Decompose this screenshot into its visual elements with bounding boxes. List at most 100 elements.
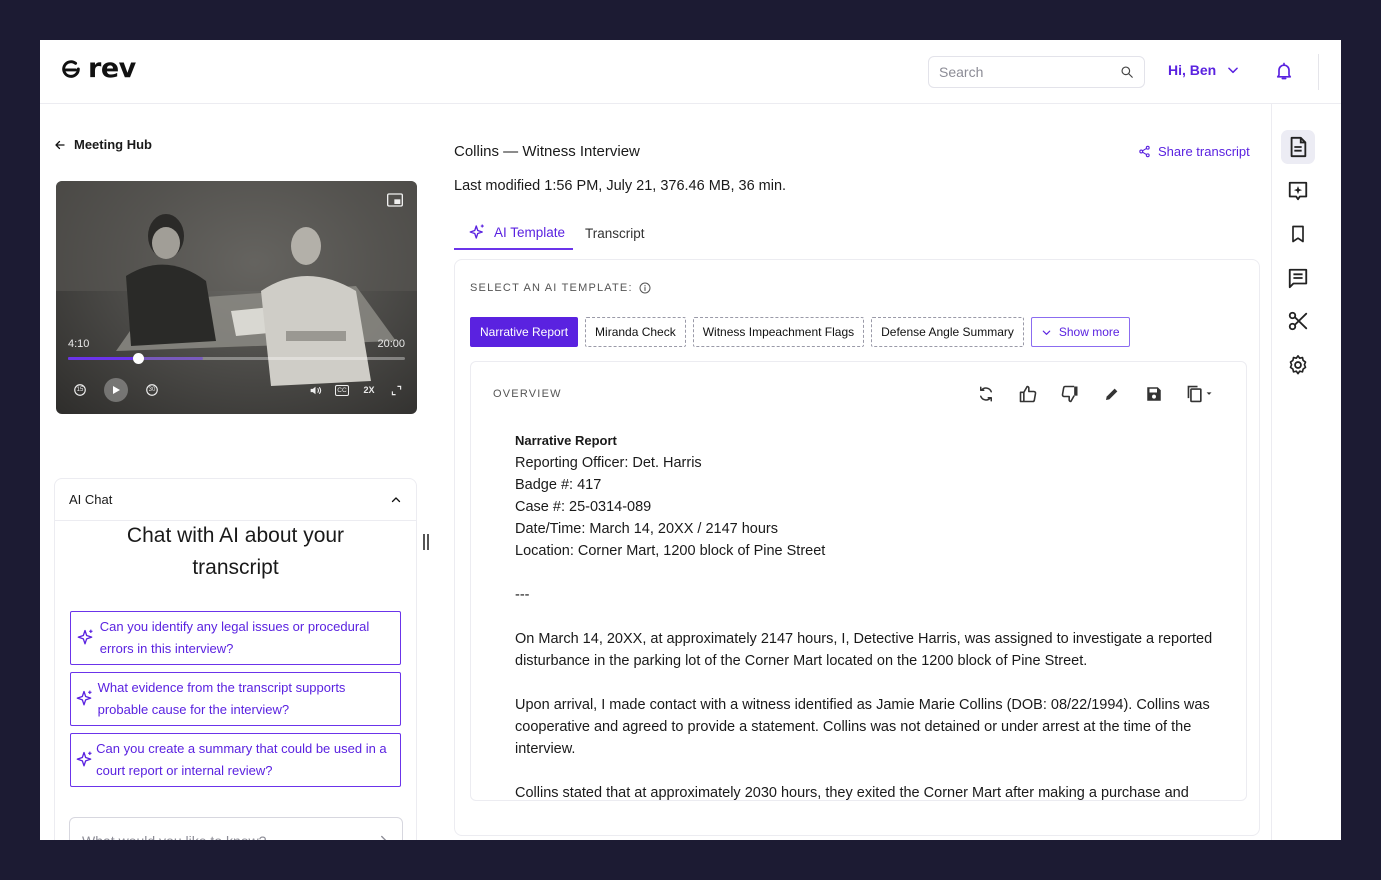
video-progress-bar [68, 357, 139, 360]
copy-button[interactable] [1175, 382, 1225, 406]
report-paragraph: Upon arrival, I made contact with a witn… [515, 697, 1210, 757]
rewind-button[interactable]: 15 [72, 380, 88, 400]
chat-input-box[interactable] [69, 817, 403, 840]
template-chip-narrative-report[interactable]: Narrative Report [470, 317, 579, 347]
share-transcript-button[interactable]: Share transcript [1138, 144, 1250, 159]
sparkle-icon [78, 629, 93, 645]
report-field: Location: Corner Mart, 1200 block of Pin… [515, 543, 826, 559]
send-arrow-icon[interactable] [372, 832, 390, 840]
save-button[interactable] [1133, 382, 1175, 406]
picture-in-picture-icon[interactable] [387, 193, 403, 207]
template-chip-defense-angle-summary[interactable]: Defense Angle Summary [871, 317, 1024, 347]
ai-note-icon [1288, 181, 1308, 201]
video-duration: 20:00 [377, 338, 405, 350]
report-divider: --- [515, 587, 530, 603]
report-field: Badge #: 417 [515, 477, 602, 493]
copy-icon [1187, 385, 1212, 403]
rail-bookmark-button[interactable] [1281, 217, 1315, 251]
user-greeting: Hi, Ben [1168, 62, 1217, 78]
tab-label: Transcript [585, 225, 645, 241]
search-icon[interactable] [1120, 63, 1134, 81]
edit-button[interactable] [1091, 382, 1133, 406]
share-icon [1139, 145, 1150, 158]
fullscreen-button[interactable] [389, 380, 403, 400]
report-paragraph: On March 14, 20XX, at approximately 2147… [515, 631, 1213, 669]
comments-icon [1288, 268, 1308, 289]
fullscreen-icon [391, 385, 401, 395]
overview-toolbar [965, 382, 1225, 406]
template-chip-witness-impeachment-flags[interactable]: Witness Impeachment Flags [692, 317, 865, 347]
scissors-icon [1288, 311, 1308, 331]
right-rail [1271, 104, 1341, 840]
chat-suggestion-2[interactable]: What evidence from the transcript suppor… [70, 672, 401, 726]
captions-label: CC [335, 384, 349, 396]
thumbs-up-icon [1019, 385, 1037, 403]
playback-speed-button[interactable]: 2X [362, 380, 376, 400]
search-input[interactable] [939, 64, 1120, 80]
regenerate-button[interactable] [965, 382, 1007, 406]
chat-suggestion-text: Can you create a summary that could be u… [96, 741, 387, 778]
tab-transcript[interactable]: Transcript [573, 216, 657, 250]
volume-icon [310, 386, 321, 394]
report-paragraph: Collins stated that at approximately 203… [515, 785, 1189, 801]
gear-icon [1289, 355, 1307, 375]
captions-button[interactable]: CC [335, 380, 349, 400]
template-chip-miranda-check[interactable]: Miranda Check [585, 317, 686, 347]
video-current-time: 4:10 [68, 338, 90, 350]
thumbs-down-button[interactable] [1049, 382, 1091, 406]
info-icon[interactable] [639, 282, 651, 294]
rail-ai-note-button[interactable] [1281, 174, 1315, 208]
save-icon [1147, 387, 1161, 401]
sparkle-icon [76, 690, 92, 706]
play-button[interactable] [104, 378, 128, 402]
last-modified-info: Last modified 1:56 PM, July 21, 376.46 M… [454, 178, 787, 194]
chevron-down-icon [1228, 67, 1239, 74]
ai-chat-title: Chat with AI about your transcript [126, 524, 345, 579]
chat-input[interactable] [82, 833, 372, 840]
report-field: Case #: 25-0314-089 [515, 499, 652, 515]
page-title: Collins — Witness Interview [454, 143, 640, 160]
panel-resize-handle[interactable] [423, 534, 429, 550]
rail-document-button[interactable] [1281, 130, 1315, 164]
sparkle-icon [469, 224, 484, 239]
show-more-label: Show more [1058, 325, 1120, 339]
sparkle-icon [76, 751, 92, 767]
ai-chat-header-label: AI Chat [69, 492, 113, 507]
video-player[interactable]: 4:10 20:00 15 30 CC 2X [56, 181, 417, 414]
thumbs-up-button[interactable] [1007, 382, 1049, 406]
forward-button[interactable]: 30 [144, 380, 160, 400]
overview-content: Narrative Report Reporting Officer: Det.… [515, 430, 1230, 801]
chevron-up-icon[interactable] [390, 494, 402, 506]
forward-label: 30 [148, 387, 156, 393]
tab-ai-template[interactable]: AI Template [454, 216, 574, 250]
pencil-icon [1106, 388, 1118, 400]
ai-chat-panel: AI Chat Chat with AI about your transcri… [54, 478, 417, 840]
show-more-templates-button[interactable]: Show more [1030, 317, 1130, 347]
video-scrubber[interactable] [68, 353, 405, 364]
tab-bar: AI Template Transcript [454, 216, 657, 250]
back-link[interactable]: Meeting Hub [54, 137, 152, 152]
tab-label: AI Template [494, 224, 566, 240]
chat-suggestion-text: What evidence from the transcript suppor… [97, 680, 346, 717]
user-menu[interactable]: Hi, Ben [1168, 62, 1240, 78]
header-divider [1318, 54, 1319, 90]
rail-comments-button[interactable] [1281, 261, 1315, 295]
report-heading: Narrative Report [515, 433, 617, 448]
arrow-left-icon [55, 140, 65, 149]
ai-chat-header[interactable]: AI Chat [55, 479, 416, 521]
logo-text: rev [88, 53, 136, 84]
rail-clip-button[interactable] [1281, 304, 1315, 338]
bell-icon[interactable] [1274, 60, 1294, 82]
search-box[interactable] [928, 56, 1145, 88]
left-panel: Meeting Hub 4:10 20:00 15 30 CC 2X AI Ch… [54, 104, 417, 840]
logo[interactable]: rev [60, 54, 136, 84]
rail-settings-button[interactable] [1281, 348, 1315, 382]
chat-suggestion-text: Can you identify any legal issues or pro… [99, 619, 370, 656]
chat-suggestion-3[interactable]: Can you create a summary that could be u… [70, 733, 401, 787]
bookmark-icon [1292, 225, 1304, 243]
volume-button[interactable] [308, 380, 322, 400]
document-icon [1290, 136, 1307, 158]
template-select-text: SELECT AN AI TEMPLATE: [470, 282, 633, 294]
chat-suggestion-1[interactable]: Can you identify any legal issues or pro… [70, 611, 401, 665]
report-field: Date/Time: March 14, 20XX / 2147 hours [515, 521, 779, 537]
